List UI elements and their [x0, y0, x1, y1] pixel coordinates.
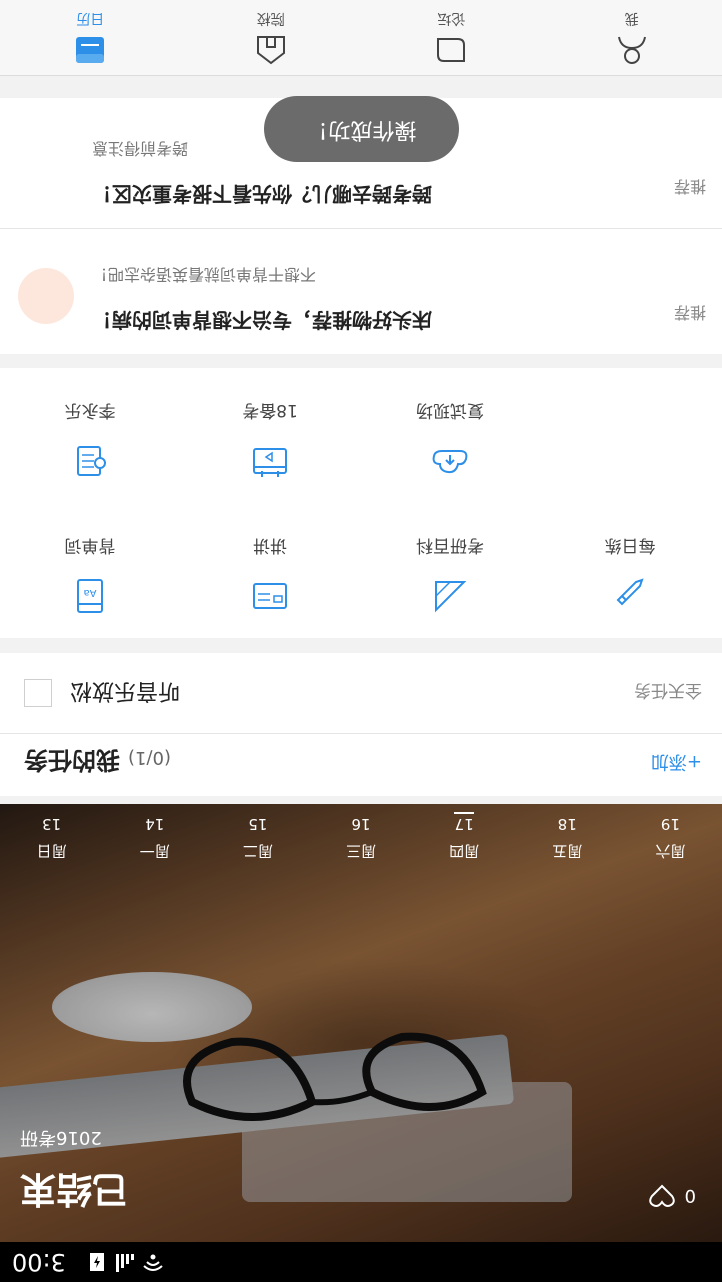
task-text: 听音乐放松 [70, 678, 181, 703]
tool-label: 李永乐 [64, 400, 116, 420]
week-strip: 周日 13 周一 14 周二 15 周三 16 周四 17 周五 18 周六 19 [0, 804, 722, 870]
task-checkbox[interactable] [24, 679, 52, 707]
tab-label: 我 [624, 10, 639, 26]
tool-vocab[interactable]: Aa 背单词 [0, 518, 180, 638]
day-sunday[interactable]: 周日 13 [0, 804, 103, 870]
day-friday[interactable]: 周五 18 [516, 804, 619, 870]
bottom-nav: 日历 院校 论坛 我 [0, 0, 722, 76]
svg-text:Aa: Aa [84, 587, 97, 598]
article-subtitle: 不想干背单词就看英语杂志吧！ [92, 265, 317, 284]
tasks-header: 我的任务 (0/1) +添加 [0, 733, 722, 796]
tasks-count: (0/1) [128, 747, 172, 768]
tool-talk[interactable]: 讲讲 [180, 518, 360, 638]
article-title: 跨考跨去哪儿？你先看下报考重灾区！ [92, 182, 432, 206]
calendar-box-icon [253, 448, 287, 477]
calendar-icon [76, 37, 105, 63]
tab-label: 论坛 [437, 10, 466, 26]
day-monday[interactable]: 周一 14 [103, 804, 206, 870]
pen-icon [616, 578, 644, 606]
task-all-day-tag: 全天任务 [634, 680, 702, 700]
tab-forum[interactable]: 论坛 [361, 0, 542, 75]
tool-label: 考研百科 [416, 535, 484, 555]
day-name: 周五 [552, 842, 583, 860]
day-number: 15 [248, 815, 268, 833]
message-card-icon [253, 583, 287, 609]
vocab-card-icon: Aa [77, 579, 103, 613]
day-tuesday[interactable]: 周二 15 [206, 804, 309, 870]
tool-label: 讲讲 [253, 535, 287, 555]
recommend-tag: 推荐 [673, 177, 706, 196]
tool-encyclopedia[interactable]: 考研百科 [360, 518, 540, 638]
recommend-item[interactable]: 床头好物推荐，专治不想背单词的病！ 不想干背单词就看英语杂志吧！ 推荐 [0, 228, 722, 354]
cloud-upload-icon [432, 450, 468, 474]
status-bar: 3:00 [0, 1242, 722, 1282]
status-time: 3:00 [12, 1248, 66, 1276]
day-name: 周日 [36, 842, 67, 860]
status-icons [86, 1252, 164, 1274]
day-name: 周三 [345, 842, 376, 860]
tool-exam-prep[interactable]: 18备考 [180, 383, 360, 503]
ruler-triangle-icon [435, 581, 467, 613]
tab-label: 日历 [76, 10, 105, 26]
tool-label: 18备考 [242, 400, 298, 420]
day-number: 13 [42, 815, 62, 833]
day-number: 17 [454, 815, 474, 833]
day-name: 周六 [655, 842, 686, 860]
recommend-tag: 推荐 [673, 303, 706, 322]
tool-label: 背单词 [64, 535, 116, 555]
tab-calendar[interactable]: 日历 [0, 0, 181, 75]
tasks-title: 我的任务 (0/1) [24, 745, 171, 780]
day-number: 19 [660, 815, 680, 833]
app-screen: 3:00 已结束 2016考研 0 周日 13 周一 14 周二 15 周三 16 周四… [0, 0, 722, 1282]
divider [0, 228, 722, 229]
like-button[interactable]: 0 [648, 1184, 696, 1208]
toast-message: 操作成功！ [264, 96, 459, 162]
hero-banner: 已结束 2016考研 0 周日 13 周一 14 周二 15 周三 16 周四 17 周五… [0, 804, 722, 1242]
day-name: 周二 [242, 842, 273, 860]
article-title: 床头好物推荐，专治不想背单词的病！ [92, 308, 432, 332]
tutor-icon [77, 446, 106, 476]
exam-name: 2016考研 [20, 1127, 102, 1148]
tool-label: 每日练 [604, 535, 656, 555]
day-number: 14 [145, 815, 165, 833]
task-item[interactable]: 听音乐放松 全天任务 [0, 653, 722, 733]
day-saturday[interactable]: 周六 19 [619, 804, 722, 870]
tool-tutor[interactable]: 李永乐 [0, 383, 180, 503]
signal-icon [116, 1254, 134, 1272]
school-icon [256, 36, 285, 65]
tool-label: 复试现场 [416, 400, 484, 420]
tab-schools[interactable]: 院校 [181, 0, 362, 75]
tools-grid: Aa 背单词 讲讲 考研百科 每日练 李永乐 18备考 复试现场 [0, 368, 722, 638]
add-task-button[interactable]: +添加 [651, 750, 702, 776]
tool-interview[interactable]: 复试现场 [360, 383, 540, 503]
tab-me[interactable]: 我 [542, 0, 722, 75]
heart-icon [648, 1184, 675, 1207]
profile-icon [617, 36, 646, 64]
tool-daily-practice[interactable]: 每日练 [540, 518, 720, 638]
tasks-title-text: 我的任务 [24, 746, 120, 774]
article-thumbnail [18, 268, 74, 324]
day-name: 周一 [139, 842, 170, 860]
battery-charging-icon [90, 1253, 104, 1271]
day-thursday-today[interactable]: 周四 17 [413, 804, 516, 870]
day-number: 18 [557, 815, 577, 833]
countdown-title: 已结束 [20, 1168, 129, 1209]
day-name: 周四 [449, 842, 480, 860]
day-number: 16 [351, 815, 371, 833]
tab-label: 院校 [256, 10, 285, 26]
day-wednesday[interactable]: 周三 16 [309, 804, 412, 870]
like-count: 0 [684, 1185, 696, 1207]
article-subtitle: 跨考前得注意 [92, 139, 189, 158]
forum-icon [437, 38, 466, 62]
wifi-icon [143, 1254, 163, 1271]
